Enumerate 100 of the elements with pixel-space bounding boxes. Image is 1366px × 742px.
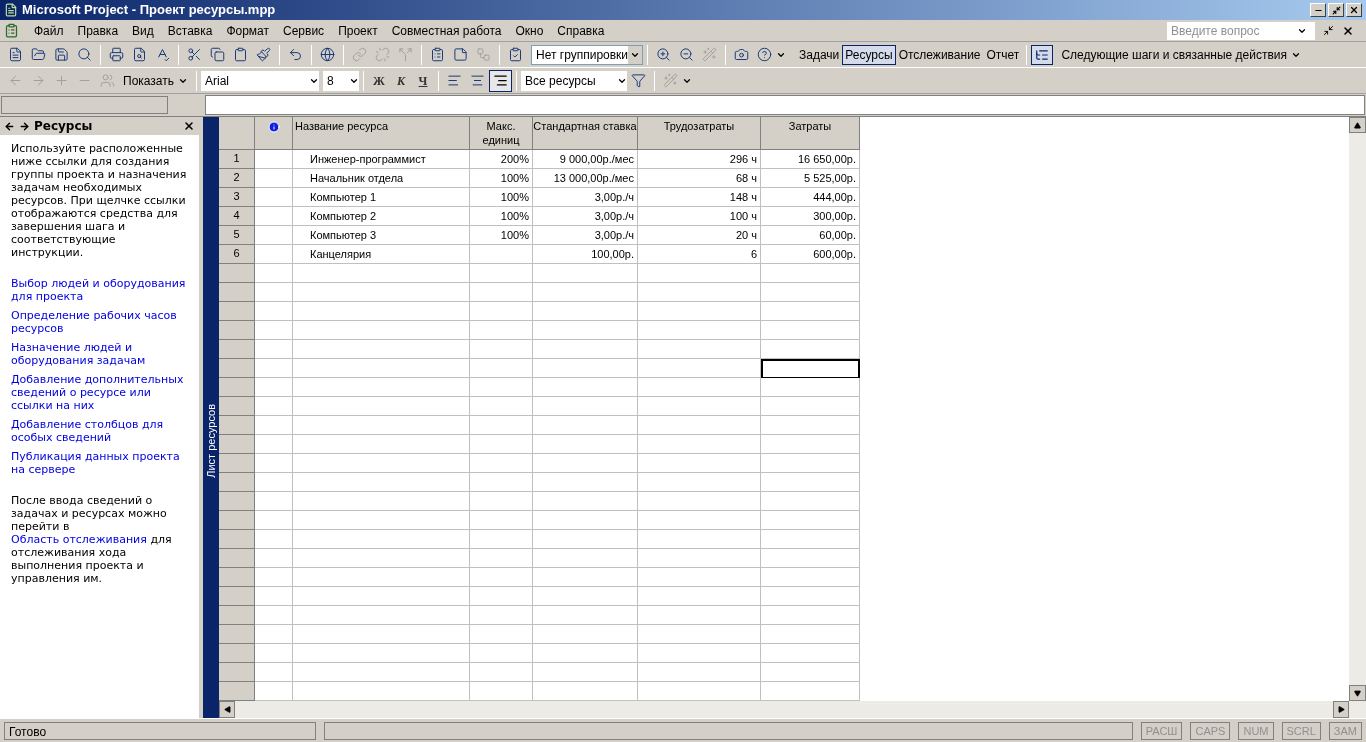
undo-icon[interactable]: [288, 47, 303, 62]
pane-link[interactable]: Определение рабочих часов ресурсов: [11, 309, 188, 335]
row-number[interactable]: 5: [219, 226, 255, 245]
row-header[interactable]: [219, 378, 255, 397]
camera-icon[interactable]: [734, 47, 749, 62]
show-button[interactable]: Показать: [119, 71, 192, 90]
minimize-button[interactable]: [1310, 3, 1326, 17]
font-dropdown[interactable]: Arial: [201, 70, 319, 91]
zoom-in-icon[interactable]: [656, 47, 671, 62]
wand-icon[interactable]: [663, 73, 678, 88]
menu-item[interactable]: Окно: [508, 21, 551, 40]
bold-button[interactable]: Ж: [368, 71, 390, 90]
brush-icon[interactable]: [256, 47, 271, 62]
next-steps-button[interactable]: Следующие шаги и связанные действия: [1061, 45, 1302, 64]
grouping-dropdown[interactable]: Нет группировки: [531, 44, 643, 65]
new-file-icon[interactable]: [8, 47, 23, 62]
underline-button[interactable]: Ч: [412, 71, 434, 90]
help-search-field[interactable]: Введите вопрос: [1167, 21, 1315, 40]
scroll-arrow-icon[interactable]: [1337, 706, 1345, 713]
guide-tab[interactable]: Отслеживание: [895, 44, 984, 65]
link-icon[interactable]: [352, 47, 367, 62]
row-header[interactable]: [219, 663, 255, 682]
menu-item[interactable]: Файл: [27, 21, 71, 40]
menu-item[interactable]: Формат: [219, 21, 277, 40]
row-header[interactable]: [219, 644, 255, 663]
scissors-icon[interactable]: [187, 47, 202, 62]
row-header[interactable]: [219, 359, 255, 378]
column-header[interactable]: Название ресурса: [293, 117, 470, 150]
guide-tab[interactable]: Отчет: [983, 44, 1023, 65]
pane-toggle-button[interactable]: [1031, 44, 1054, 65]
pane-link[interactable]: Добавление столбцов для особых сведений: [11, 418, 188, 444]
close-button[interactable]: [1346, 3, 1362, 17]
guide-tab[interactable]: Задачи: [796, 44, 843, 65]
column-header[interactable]: Трудозатраты: [638, 117, 761, 150]
row-header[interactable]: [219, 264, 255, 283]
row-header[interactable]: [219, 568, 255, 587]
menu-item[interactable]: Сервис: [276, 21, 332, 40]
row-header[interactable]: [219, 473, 255, 492]
menu-item[interactable]: Вид: [125, 21, 161, 40]
row-header[interactable]: [219, 340, 255, 359]
vertical-scrollbar[interactable]: [1349, 117, 1366, 701]
row-header[interactable]: [219, 606, 255, 625]
row-header[interactable]: [219, 321, 255, 340]
copy-icon[interactable]: [210, 47, 225, 62]
menu-item[interactable]: Правка: [70, 21, 126, 40]
clipboard-icon[interactable]: [233, 47, 248, 62]
guide-tab[interactable]: Ресурсы: [842, 44, 896, 65]
row-number[interactable]: 1: [219, 150, 255, 169]
italic-button[interactable]: К: [390, 71, 412, 90]
row-number[interactable]: 2: [219, 169, 255, 188]
network-icon[interactable]: [476, 47, 491, 62]
entry-field[interactable]: [205, 95, 1365, 115]
list-icon[interactable]: [430, 47, 445, 62]
column-header[interactable]: Стандартная ставка: [533, 117, 638, 150]
plus-icon[interactable]: [54, 73, 69, 88]
row-number[interactable]: 4: [219, 207, 255, 226]
wand-icon[interactable]: [702, 47, 717, 62]
printer-icon[interactable]: [109, 47, 124, 62]
restore-button[interactable]: [1328, 3, 1344, 17]
pane-link[interactable]: Публикация данных проекта на сервере: [11, 450, 188, 476]
pane-link[interactable]: Назначение людей и оборудования задачам: [11, 341, 188, 367]
row-header[interactable]: [219, 511, 255, 530]
row-number[interactable]: 3: [219, 188, 255, 207]
pane-link[interactable]: Выбор людей и оборудования для проекта: [11, 277, 188, 303]
column-header[interactable]: Затраты: [761, 117, 860, 150]
row-header[interactable]: [219, 397, 255, 416]
clipboard-check-icon[interactable]: [508, 47, 523, 62]
menu-item[interactable]: Справка: [550, 21, 612, 40]
spellcheck-icon[interactable]: [155, 47, 170, 62]
name-box[interactable]: [1, 96, 168, 114]
globe-icon[interactable]: [320, 47, 335, 62]
note-icon[interactable]: [453, 47, 468, 62]
menu-item[interactable]: Совместная работа: [384, 21, 509, 40]
column-header[interactable]: Макс. единиц: [470, 117, 533, 150]
unlink-icon[interactable]: [375, 47, 390, 62]
menu-item[interactable]: Вставка: [160, 21, 220, 40]
align-right-button[interactable]: [489, 69, 512, 92]
restore-icon[interactable]: [1323, 25, 1334, 36]
row-header[interactable]: [219, 530, 255, 549]
people-icon[interactable]: [100, 73, 115, 88]
row-header[interactable]: [219, 549, 255, 568]
row-header[interactable]: [219, 283, 255, 302]
menu-item[interactable]: Проект: [331, 21, 385, 40]
zoom-out-icon[interactable]: [679, 47, 694, 62]
scroll-arrow-icon[interactable]: [1354, 689, 1361, 697]
back-arrow-icon[interactable]: [4, 120, 15, 132]
close-icon[interactable]: [183, 120, 195, 132]
row-header[interactable]: [219, 416, 255, 435]
row-header[interactable]: [219, 435, 255, 454]
search-icon[interactable]: [77, 47, 92, 62]
folder-icon[interactable]: [31, 47, 46, 62]
scroll-arrow-icon[interactable]: [223, 706, 231, 713]
row-header[interactable]: [219, 454, 255, 473]
align-center-icon[interactable]: [470, 73, 485, 88]
split-icon[interactable]: [398, 47, 413, 62]
row-header[interactable]: [219, 682, 255, 701]
row-number[interactable]: 6: [219, 245, 255, 264]
pane-link[interactable]: Добавление дополнительных сведений о ресурсе или ссылки на них: [11, 373, 188, 412]
align-left-icon[interactable]: [447, 73, 462, 88]
forward-arrow-icon[interactable]: [19, 120, 30, 132]
